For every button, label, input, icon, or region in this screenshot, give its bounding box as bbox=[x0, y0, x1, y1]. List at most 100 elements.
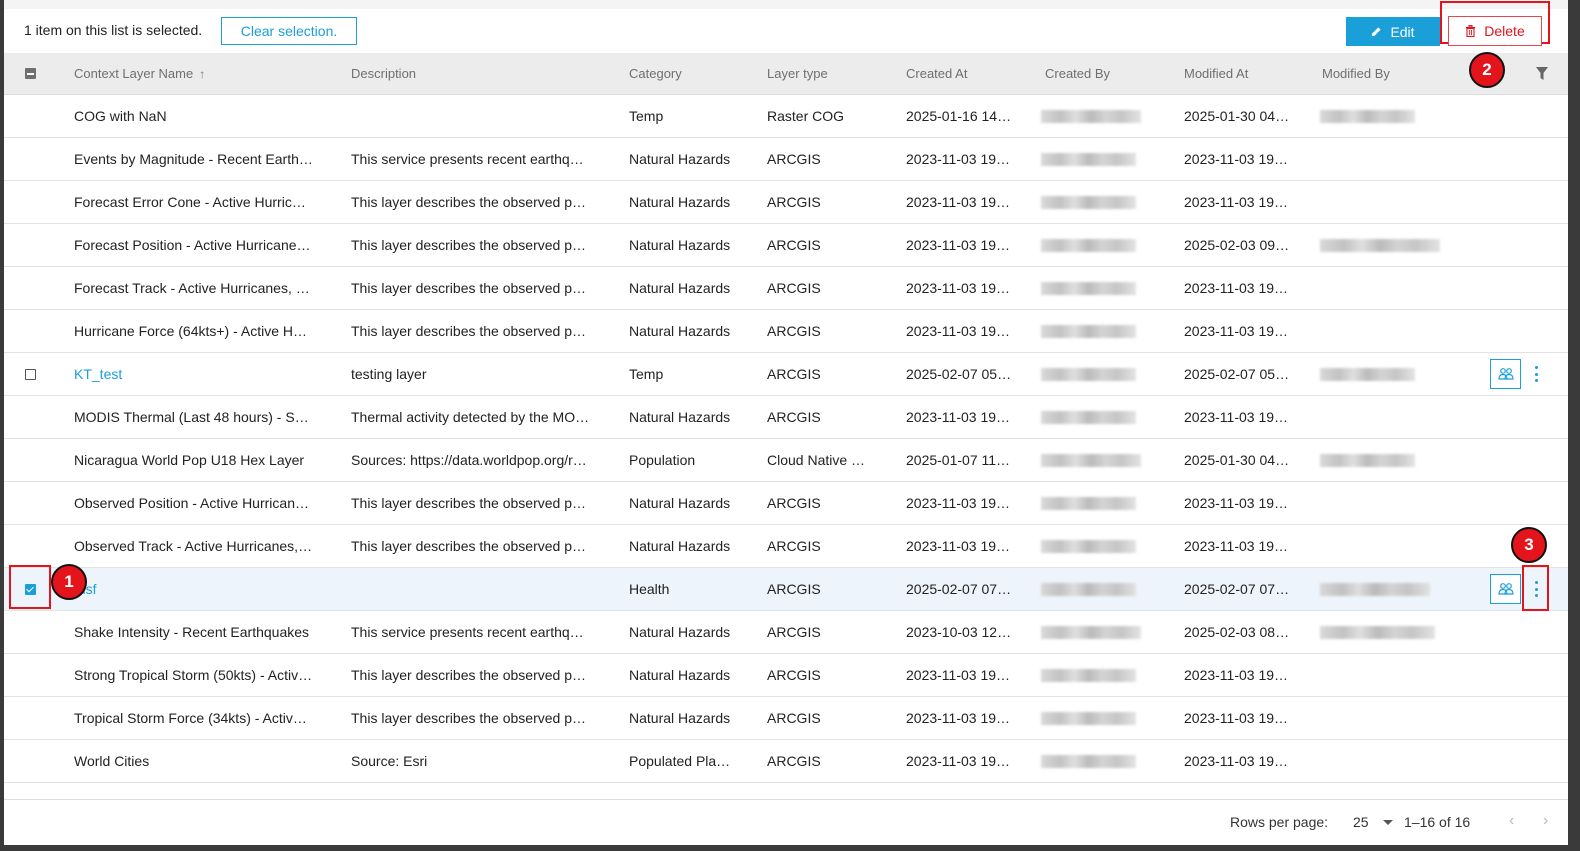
checkbox-highlight bbox=[9, 565, 51, 609]
cell-name: Events by Magnitude - Recent Earth… bbox=[74, 151, 313, 167]
cell-description: This layer describes the observed p… bbox=[351, 710, 586, 726]
col-header-created-by[interactable]: Created By bbox=[1045, 53, 1110, 95]
cell-name: Tropical Storm Force (34kts) - Activ… bbox=[74, 710, 307, 726]
cell-category: Natural Hazards bbox=[629, 538, 731, 554]
cell-description bbox=[351, 568, 609, 610]
created-by-redacted bbox=[1041, 239, 1136, 252]
table-row[interactable]: Events by Magnitude - Recent Earth… This … bbox=[4, 138, 1568, 181]
cell-created-at: 2023-11-03 19… bbox=[906, 538, 1011, 554]
col-header-layer-type[interactable]: Layer type bbox=[767, 53, 828, 95]
filter-icon[interactable] bbox=[1536, 67, 1548, 80]
table-row[interactable]: World Cities Source: Esri Populated Pla… AR… bbox=[4, 740, 1568, 783]
cell-category: Health bbox=[629, 581, 670, 597]
cell-name: COG with NaN bbox=[74, 108, 167, 124]
created-by-redacted bbox=[1041, 411, 1136, 424]
table-row[interactable]: Tropical Storm Force (34kts) - Activ… Thi… bbox=[4, 697, 1568, 740]
table-row[interactable]: Forecast Error Cone - Active Hurric… This… bbox=[4, 181, 1568, 224]
table-row[interactable]: MODIS Thermal (Last 48 hours) - S… Therma… bbox=[4, 396, 1568, 439]
cell-category: Natural Hazards bbox=[629, 409, 731, 425]
table-row[interactable]: Nicaragua World Pop U18 Hex Layer Sources… bbox=[4, 439, 1568, 482]
cell-modified-at: 2023-11-03 19… bbox=[1184, 323, 1289, 339]
cell-created-at: 2023-11-03 19… bbox=[906, 151, 1011, 167]
cell-description bbox=[351, 95, 609, 137]
created-by-redacted bbox=[1041, 282, 1136, 295]
annotation-badge-2: 2 bbox=[1469, 52, 1505, 88]
created-by-redacted bbox=[1041, 540, 1136, 553]
cell-modified-at: 2023-11-03 19… bbox=[1184, 194, 1289, 210]
cell-description: This layer describes the observed p… bbox=[351, 667, 586, 683]
table-row[interactable]: fdsf Health ARCGIS 2025-02-07 07… 2025-02-07… bbox=[4, 568, 1568, 611]
cell-layer-type: ARCGIS bbox=[767, 323, 821, 339]
cell-description: This service presents recent earthq… bbox=[351, 624, 584, 640]
created-by-redacted bbox=[1041, 583, 1136, 596]
next-page-icon[interactable]: › bbox=[1543, 812, 1548, 830]
table-row[interactable]: COG with NaN Temp Raster COG 2025-01-16 14…… bbox=[4, 95, 1568, 138]
cell-layer-type: ARCGIS bbox=[767, 366, 821, 382]
cell-description: Source: Esri bbox=[351, 753, 428, 769]
cell-category: Natural Hazards bbox=[629, 237, 731, 253]
created-by-redacted bbox=[1041, 325, 1136, 338]
created-by-redacted bbox=[1041, 669, 1136, 682]
cell-category: Natural Hazards bbox=[629, 710, 731, 726]
cell-modified-at: 2023-11-03 19… bbox=[1184, 409, 1289, 425]
row-checkbox[interactable] bbox=[25, 369, 36, 380]
cell-category: Natural Hazards bbox=[629, 624, 731, 640]
cell-category: Temp bbox=[629, 366, 664, 382]
cell-name: Forecast Position - Active Hurricane… bbox=[74, 237, 311, 253]
cell-created-at: 2023-11-03 19… bbox=[906, 710, 1011, 726]
col-header-created-at[interactable]: Created At bbox=[906, 53, 967, 95]
cell-description: Sources: https://data.worldpop.org/r… bbox=[351, 452, 587, 468]
modified-by-redacted bbox=[1320, 239, 1440, 252]
delete-button[interactable]: Delete bbox=[1448, 16, 1542, 46]
cell-modified-at: 2023-11-03 19… bbox=[1184, 495, 1289, 511]
cell-name[interactable]: KT_test bbox=[74, 353, 334, 395]
edit-button[interactable]: Edit bbox=[1346, 17, 1440, 46]
cell-name: Forecast Error Cone - Active Hurric… bbox=[74, 194, 306, 210]
col-header-description[interactable]: Description bbox=[351, 53, 416, 95]
share-users-button[interactable] bbox=[1490, 574, 1521, 604]
rows-per-page-select[interactable]: 25 bbox=[1353, 814, 1369, 830]
col-header-modified-at[interactable]: Modified At bbox=[1184, 53, 1248, 95]
pencil-icon bbox=[1372, 27, 1382, 37]
table-row[interactable]: Strong Tropical Storm (50kts) - Activ… Th… bbox=[4, 654, 1568, 697]
table-row[interactable]: Observed Track - Active Hurricanes,… This… bbox=[4, 525, 1568, 568]
cell-name: Strong Tropical Storm (50kts) - Activ… bbox=[74, 667, 313, 683]
previous-page-icon[interactable]: ‹ bbox=[1509, 812, 1514, 830]
col-header-name[interactable]: Context Layer Name ↑ bbox=[74, 53, 205, 95]
table-row[interactable]: Forecast Position - Active Hurricane… Thi… bbox=[4, 224, 1568, 267]
cell-created-at: 2023-11-03 19… bbox=[906, 409, 1011, 425]
table-row[interactable]: Observed Position - Active Hurrican… This… bbox=[4, 482, 1568, 525]
share-users-button[interactable] bbox=[1490, 359, 1521, 389]
cell-description: This layer describes the observed p… bbox=[351, 237, 586, 253]
cell-layer-type: ARCGIS bbox=[767, 237, 821, 253]
pagination-range: 1–16 of 16 bbox=[1404, 814, 1471, 830]
cell-category: Temp bbox=[629, 108, 664, 124]
cell-name: World Cities bbox=[74, 753, 150, 769]
created-by-redacted bbox=[1041, 196, 1136, 209]
cell-description: testing layer bbox=[351, 366, 427, 382]
delete-label: Delete bbox=[1484, 23, 1525, 39]
select-all-checkbox[interactable] bbox=[25, 68, 36, 79]
col-header-modified-by[interactable]: Modified By bbox=[1322, 53, 1390, 95]
table-row[interactable]: Forecast Track - Active Hurricanes, … Thi… bbox=[4, 267, 1568, 310]
selection-toolbar: 1 item on this list is selected. Clear s… bbox=[4, 9, 1568, 53]
created-by-redacted bbox=[1041, 497, 1136, 510]
table-row[interactable]: Shake Intensity - Recent Earthquakes This… bbox=[4, 611, 1568, 654]
cell-name: MODIS Thermal (Last 48 hours) - S… bbox=[74, 409, 309, 425]
cell-name[interactable]: fdsf bbox=[74, 568, 334, 610]
cell-name: Shake Intensity - Recent Earthquakes bbox=[74, 624, 310, 640]
cell-layer-type: ARCGIS bbox=[767, 194, 821, 210]
col-header-category[interactable]: Category bbox=[629, 53, 682, 95]
cell-name: Hurricane Force (64kts+) - Active H… bbox=[74, 323, 308, 339]
clear-selection-button[interactable]: Clear selection. bbox=[221, 17, 357, 45]
table-row[interactable]: Hurricane Force (64kts+) - Active H… This… bbox=[4, 310, 1568, 353]
modified-by-redacted bbox=[1320, 368, 1415, 381]
more-options-icon[interactable] bbox=[1533, 366, 1539, 382]
table-row[interactable]: KT_test testing layer Temp ARCGIS 2025-02-07… bbox=[4, 353, 1568, 396]
cell-created-at: 2023-11-03 19… bbox=[906, 323, 1011, 339]
created-by-redacted bbox=[1041, 153, 1136, 166]
cell-name: Forecast Track - Active Hurricanes, … bbox=[74, 280, 310, 296]
chevron-down-icon[interactable] bbox=[1383, 820, 1393, 825]
cell-layer-type: ARCGIS bbox=[767, 753, 821, 769]
cell-created-at: 2023-10-03 12… bbox=[906, 624, 1012, 640]
